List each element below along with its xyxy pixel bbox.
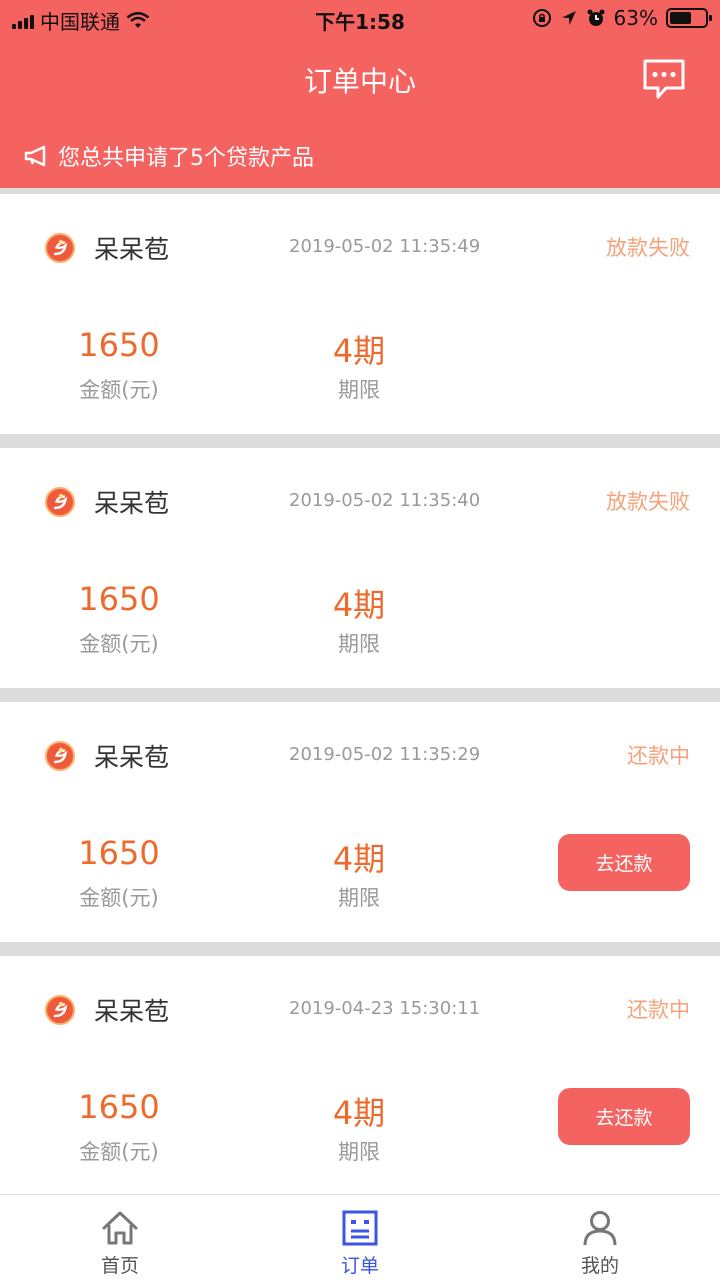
term-label: 期限 [338,378,380,402]
order-card[interactable]: 呆呆苞 2019-05-02 11:35:40 放款失败 1650 金额(元) … [0,448,720,688]
term-value: 4期 [332,586,386,624]
order-card[interactable]: 呆呆苞 2019-04-23 15:30:11 还款中 1650 金额(元) 4… [0,956,720,1194]
product-logo-icon [45,487,75,517]
term-label: 期限 [338,632,380,656]
order-time: 2019-05-02 11:35:29 [289,744,481,765]
product-logo-icon [45,741,75,771]
location-icon [561,11,576,25]
order-time: 2019-04-23 15:30:11 [289,998,481,1019]
amount-label: 金额(元) [79,1140,159,1164]
tab-bar: 首页 订单 我的 [0,1194,720,1280]
user-icon [583,1211,617,1246]
amount-value: 1650 [78,1088,160,1126]
header: 中国联通 下午1:58 63% 订单中心 您总共申请了5个贷款产品 [0,0,720,188]
battery-percent: 63% [613,6,658,30]
product-name: 呆呆苞 [94,235,170,264]
term-label: 期限 [338,886,380,910]
status-bar: 中国联通 下午1:58 63% [0,0,720,36]
term-value: 4期 [332,840,386,878]
amount-value: 1650 [78,834,160,872]
tab-orders-label: 订单 [340,1255,379,1277]
order-card[interactable]: 呆呆苞 2019-05-02 11:35:29 还款中 1650 金额(元) 4… [0,702,720,942]
amount-label: 金额(元) [79,632,159,656]
page-title: 订单中心 [303,65,416,98]
order-list-icon [342,1210,378,1246]
order-card[interactable]: 呆呆苞 2019-05-02 11:35:49 放款失败 1650 金额(元) … [0,194,720,434]
product-logo-icon [45,233,75,263]
term-label: 期限 [338,1140,380,1164]
tab-profile[interactable]: 我的 [480,1195,720,1280]
notice-bar: 您总共申请了5个贷款产品 [24,140,314,172]
status-bar-right: 63% [532,6,712,30]
orientation-lock-icon [532,9,551,27]
order-list[interactable]: 呆呆苞 2019-05-02 11:35:49 放款失败 1650 金额(元) … [0,188,720,1194]
product-name: 呆呆苞 [94,743,170,772]
megaphone-icon [24,145,46,167]
order-time: 2019-05-02 11:35:40 [289,490,481,511]
term-value: 4期 [332,332,386,370]
amount-value: 1650 [78,580,160,618]
order-status: 放款失败 [606,236,690,260]
tab-orders[interactable]: 订单 [240,1195,480,1280]
order-status: 还款中 [627,744,690,768]
alarm-icon [587,9,605,26]
amount-value: 1650 [78,326,160,364]
notice-text: 您总共申请了5个贷款产品 [58,146,314,171]
order-time: 2019-05-02 11:35:49 [289,236,481,257]
repay-button[interactable]: 去还款 [558,1088,690,1145]
battery-icon [666,8,712,28]
product-name: 呆呆苞 [94,997,170,1026]
amount-label: 金额(元) [79,886,159,910]
tab-home-label: 首页 [100,1255,139,1277]
term-value: 4期 [332,1094,386,1132]
amount-label: 金额(元) [79,378,159,402]
product-name: 呆呆苞 [94,489,170,518]
tab-profile-label: 我的 [580,1255,619,1277]
repay-button[interactable]: 去还款 [558,834,690,891]
product-logo-icon [45,995,75,1025]
message-button[interactable] [642,58,686,100]
order-status: 放款失败 [606,490,690,514]
tab-home[interactable]: 首页 [0,1195,240,1280]
home-icon [102,1211,138,1245]
battery-fill [670,12,692,24]
order-status: 还款中 [627,998,690,1022]
chat-bubble-icon [643,59,685,99]
